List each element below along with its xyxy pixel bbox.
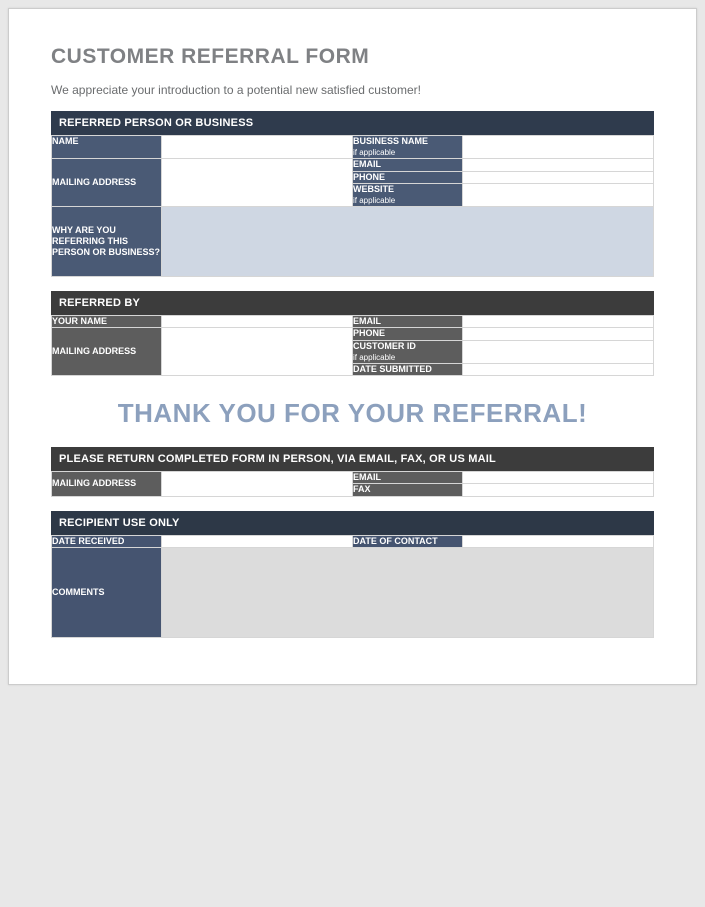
field-date-submitted[interactable] (463, 363, 654, 375)
label-mailing-return: MAILING ADDRESS (52, 472, 162, 497)
label-website: WEBSITE if applicable (353, 183, 463, 206)
section-header-recipient: RECIPIENT USE ONLY (51, 511, 654, 535)
label-comments: COMMENTS (52, 547, 162, 637)
section-header-return: PLEASE RETURN COMPLETED FORM IN PERSON, … (51, 447, 654, 471)
thank-you-heading: THANK YOU FOR YOUR REFERRAL! (51, 398, 654, 429)
label-phone-by: PHONE (353, 328, 463, 340)
field-name[interactable] (162, 136, 353, 159)
label-phone-referred: PHONE (353, 171, 463, 183)
field-email-referred[interactable] (463, 159, 654, 171)
section-header-referred-by: REFERRED BY (51, 291, 654, 315)
page: CUSTOMER REFERRAL FORM We appreciate you… (8, 8, 697, 685)
label-fax-return: FAX (353, 484, 463, 496)
label-date-submitted: DATE SUBMITTED (353, 363, 463, 375)
field-email-by[interactable] (463, 316, 654, 328)
section-header-referred: REFERRED PERSON OR BUSINESS (51, 111, 654, 135)
referred-table: NAME BUSINESS NAME if applicable MAILING… (51, 135, 654, 277)
field-why-referring[interactable] (162, 207, 654, 277)
label-name: NAME (52, 136, 162, 159)
label-email-by: EMAIL (353, 316, 463, 328)
field-fax-return[interactable] (463, 484, 654, 496)
field-phone-referred[interactable] (463, 171, 654, 183)
field-comments[interactable] (162, 547, 654, 637)
label-business-name: BUSINESS NAME if applicable (353, 136, 463, 159)
field-business-name[interactable] (463, 136, 654, 159)
field-email-return[interactable] (463, 472, 654, 484)
label-why-referring: WHY ARE YOU REFERRING THIS PERSON OR BUS… (52, 207, 162, 277)
referred-by-table: YOUR NAME EMAIL MAILING ADDRESS PHONE CU… (51, 315, 654, 376)
field-mailing-address-referred[interactable] (162, 159, 353, 207)
label-mailing-address-by: MAILING ADDRESS (52, 328, 162, 376)
label-email-return: EMAIL (353, 472, 463, 484)
field-date-received[interactable] (162, 535, 353, 547)
field-website[interactable] (463, 183, 654, 206)
field-phone-by[interactable] (463, 328, 654, 340)
field-date-contact[interactable] (463, 535, 654, 547)
field-your-name[interactable] (162, 316, 353, 328)
label-date-received: DATE RECEIVED (52, 535, 162, 547)
form-title: CUSTOMER REFERRAL FORM (51, 45, 654, 69)
label-email-referred: EMAIL (353, 159, 463, 171)
field-mailing-address-by[interactable] (162, 328, 353, 376)
return-table: MAILING ADDRESS EMAIL FAX (51, 471, 654, 497)
recipient-table: DATE RECEIVED DATE OF CONTACT COMMENTS (51, 535, 654, 638)
intro-text: We appreciate your introduction to a pot… (51, 83, 654, 97)
field-mailing-return[interactable] (162, 472, 353, 497)
label-date-contact: DATE OF CONTACT (353, 535, 463, 547)
field-customer-id[interactable] (463, 340, 654, 363)
label-your-name: YOUR NAME (52, 316, 162, 328)
label-customer-id: CUSTOMER ID if applicable (353, 340, 463, 363)
label-mailing-address-referred: MAILING ADDRESS (52, 159, 162, 207)
